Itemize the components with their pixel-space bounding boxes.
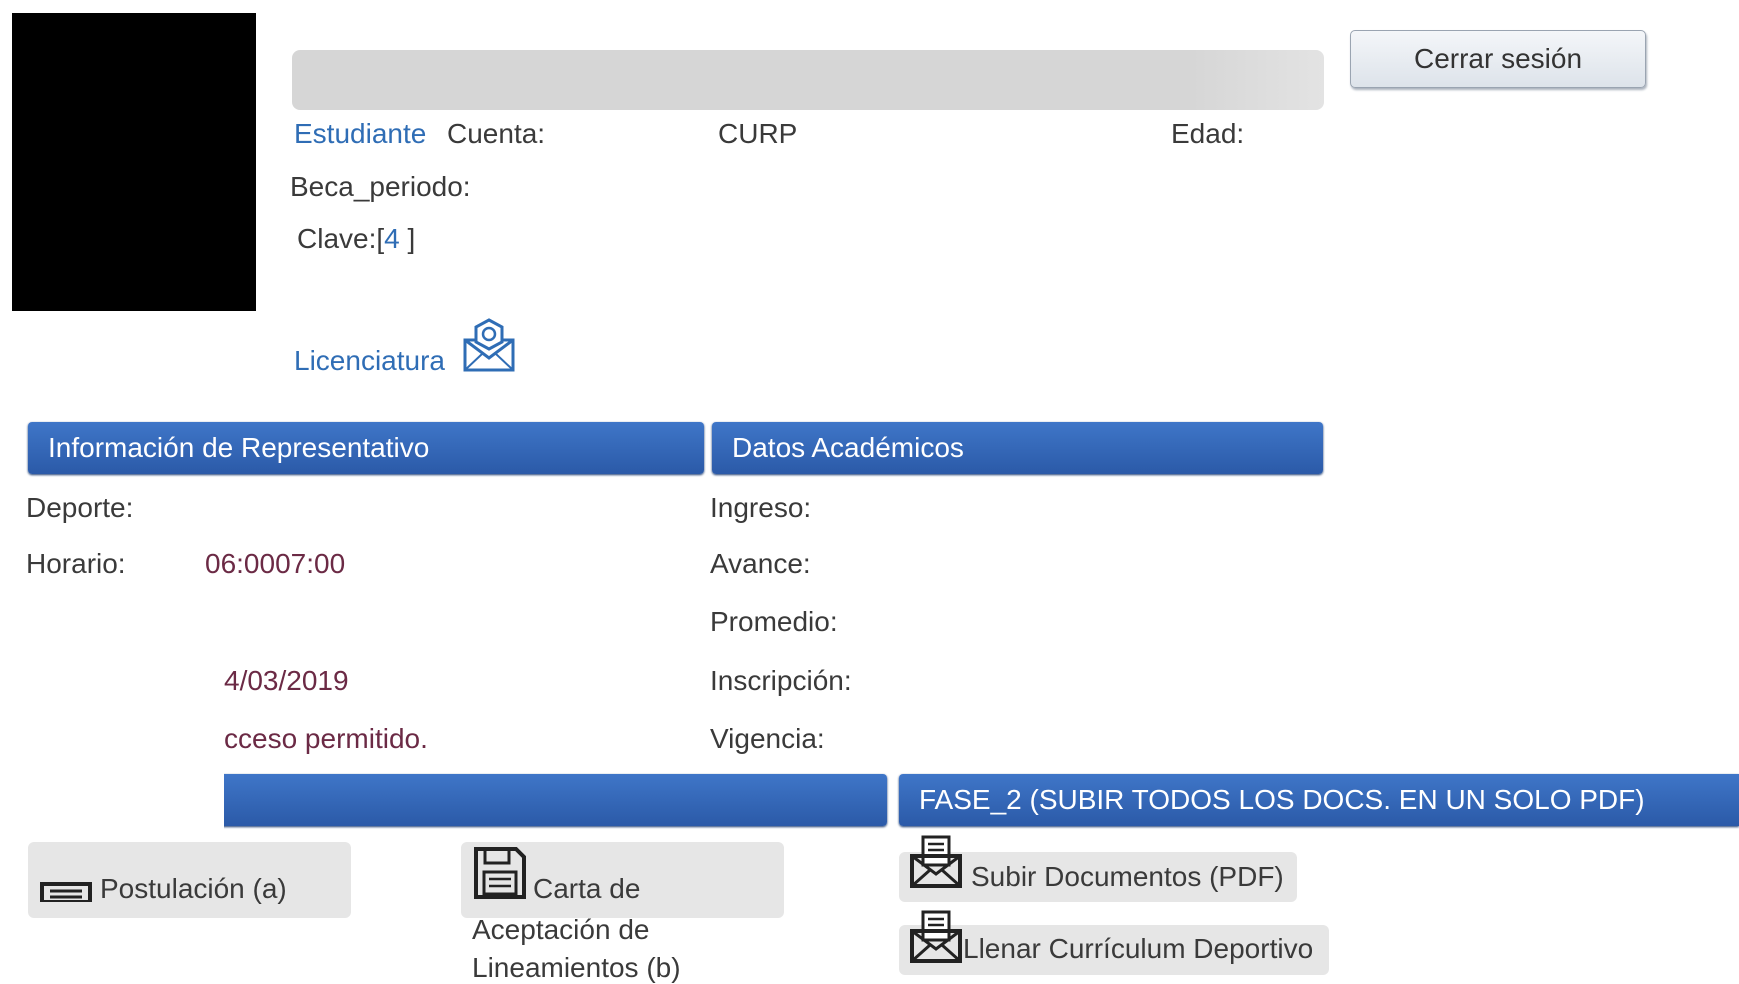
key-label: Clave:[ [297, 223, 385, 254]
form-icon [40, 880, 92, 902]
logout-button[interactable]: Cerrar sesión [1350, 30, 1646, 88]
academic-section-header: Datos Académicos [712, 422, 1323, 474]
academic-field-vigencia: Vigencia: [710, 723, 825, 754]
phase2-section-header: FASE_2 (SUBIR TODOS LOS DOCS. EN UN SOLO… [899, 774, 1739, 826]
student-name-bar [292, 50, 1324, 110]
upload-documents-label: Subir Documentos (PDF) [971, 861, 1284, 892]
acceptance-letter-label-2: Aceptación de [472, 914, 650, 945]
profile-photo [12, 13, 256, 311]
phase1-section-header [180, 774, 887, 826]
registration-date-value: 4/03/2019 [224, 665, 349, 696]
scholarship-period-label: Beca_periodo: [290, 171, 471, 202]
floppy-disk-icon [473, 846, 527, 900]
fill-sports-cv-button[interactable]: Llenar Currículum Deportivo [899, 910, 1329, 975]
schedule-label: Horario: [26, 548, 126, 579]
cropped-area [0, 735, 224, 835]
curp-label: CURP [718, 118, 798, 149]
fill-sports-cv-label: Llenar Currículum Deportivo [963, 933, 1314, 964]
key-close: ] [407, 223, 416, 254]
representative-section-header: Información de Representativo [28, 422, 704, 474]
acceptance-letter-label-1: Carta de [533, 873, 641, 904]
postulation-label: Postulación (a) [100, 873, 287, 904]
envelope-document-icon [909, 834, 965, 890]
role-link[interactable]: Estudiante [294, 118, 426, 150]
acceptance-letter-button[interactable]: Carta de [461, 842, 784, 918]
academic-field-avance: Avance: [710, 548, 811, 579]
phase2-section-title: FASE_2 (SUBIR TODOS LOS DOCS. EN UN SOLO… [919, 784, 1645, 815]
account-label: Cuenta: [447, 118, 546, 149]
access-status-value: cceso permitido. [224, 723, 428, 754]
acceptance-letter-label-3: Lineamientos (b) [472, 952, 681, 983]
envelope-document-icon [909, 909, 965, 965]
academic-field-inscripcion: Inscripción: [710, 665, 852, 696]
key-field: Clave:[4 ] [297, 223, 415, 255]
postulation-button[interactable]: Postulación (a) [28, 842, 351, 918]
key-value: 4 [384, 223, 400, 254]
age-label: Edad: [1171, 118, 1245, 149]
academic-field-promedio: Promedio: [710, 606, 838, 637]
academic-field-ingreso: Ingreso: [710, 492, 812, 523]
schedule-value: 06:0007:00 [205, 548, 346, 579]
envelope-badge-icon[interactable] [462, 316, 518, 374]
academic-section-title: Datos Académicos [732, 432, 964, 463]
sport-label: Deporte: [26, 492, 134, 523]
degree-link[interactable]: Licenciatura [294, 345, 445, 377]
representative-section-title: Información de Representativo [48, 432, 430, 463]
upload-documents-button[interactable]: Subir Documentos (PDF) [899, 835, 1297, 902]
